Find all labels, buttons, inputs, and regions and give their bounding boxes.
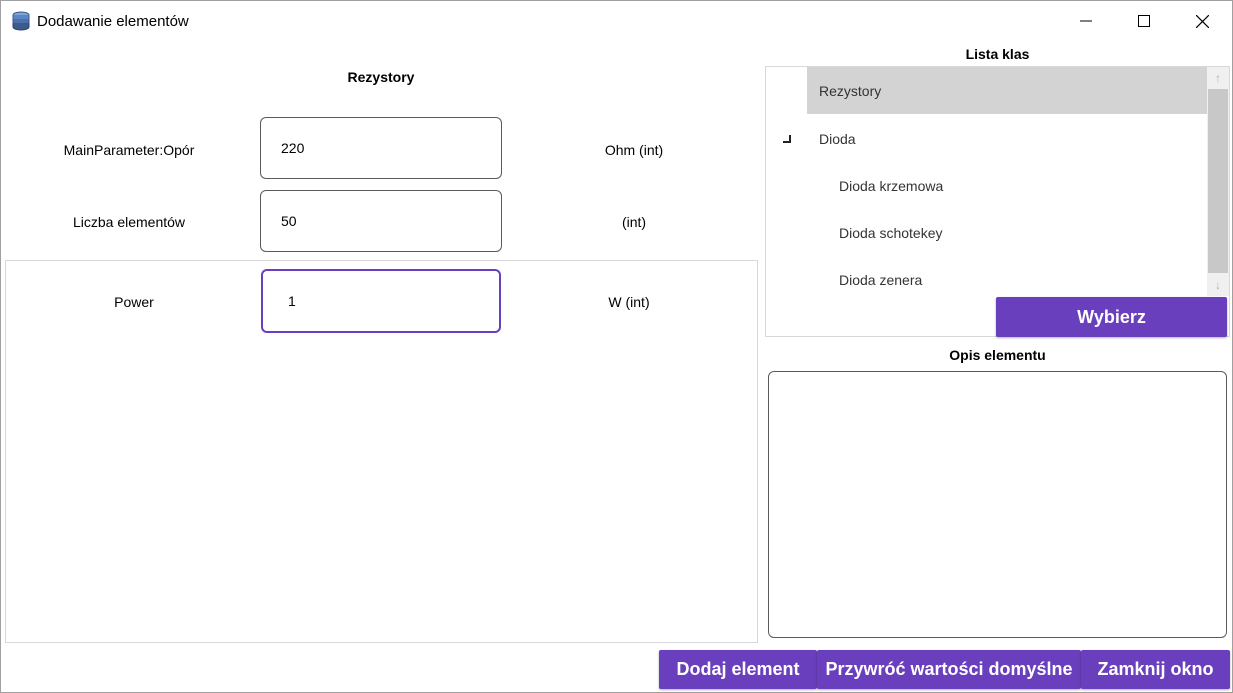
power-input[interactable] [261,269,501,333]
minimize-button[interactable] [1057,1,1115,41]
param-label-count: Liczba elementów [72,214,186,230]
element-count-input[interactable] [260,190,502,252]
tree-item-dioda[interactable]: Dioda [807,115,1207,162]
restore-defaults-button[interactable]: Przywróć wartości domyślne [817,650,1081,689]
tree-scrollbar[interactable]: ↑ ↓ [1207,67,1229,296]
param-unit-power: W (int) [608,294,650,310]
description-textbox[interactable] [768,371,1227,638]
tree-item-dioda-zenera[interactable]: Dioda zenera [807,256,1207,303]
main-parameter-input[interactable] [260,117,502,179]
tree-item-label: Rezystory [819,82,882,99]
app-window: Dodawanie elementów Rezystory MainParame… [0,0,1233,693]
window-title: Dodawanie elementów [37,13,189,30]
tree-item-dioda-krzemowa[interactable]: Dioda krzemowa [807,162,1207,209]
tree-item-label: Dioda schotekey [839,224,943,241]
scroll-thumb[interactable] [1208,89,1228,273]
param-unit-count: (int) [621,214,647,230]
description-title: Opis elementu [949,347,1046,363]
add-element-button[interactable]: Dodaj element [659,650,817,689]
tree-item-label: Dioda krzemowa [839,177,944,194]
param-label-main: MainParameter:Opór [63,142,195,158]
close-window-button[interactable] [1173,1,1231,41]
choose-button[interactable]: Wybierz [996,297,1227,337]
scroll-down-arrow-icon[interactable]: ↓ [1207,274,1229,296]
database-icon [12,11,30,31]
tree-item-dioda-schotekey[interactable]: Dioda schotekey [807,209,1207,256]
close-button[interactable]: Zamknij okno [1081,650,1230,689]
title-bar[interactable]: Dodawanie elementów [1,1,1232,41]
tree-item-label: Dioda zenera [839,271,923,288]
tree-item-label: Dioda [819,130,856,147]
class-list-title: Lista klas [965,46,1030,62]
minimize-icon [1080,20,1092,22]
collapse-arrow-icon[interactable] [782,134,792,144]
maximize-button[interactable] [1115,1,1173,41]
param-unit-main: Ohm (int) [604,142,664,158]
maximize-icon [1138,15,1150,27]
scroll-up-arrow-icon[interactable]: ↑ [1207,67,1229,89]
param-label-power: Power [114,294,154,310]
section-title: Rezystory [347,69,415,85]
tree-item-rezystory[interactable]: Rezystory [807,67,1207,114]
close-icon [1195,14,1209,28]
